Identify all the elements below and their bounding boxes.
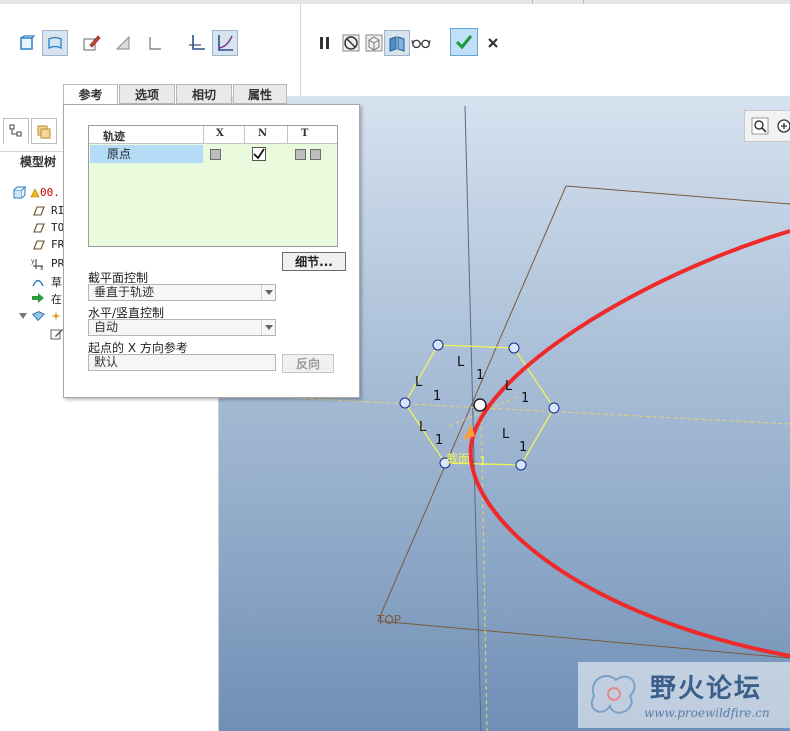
t-checkbox[interactable]	[295, 149, 306, 160]
checkmark-icon	[253, 148, 265, 160]
new-feature-star-icon	[49, 309, 63, 323]
dim-label: 1	[435, 433, 443, 448]
table-header: 轨迹 X N T	[89, 126, 337, 144]
surface-icon[interactable]	[42, 30, 68, 56]
dim-label: L	[505, 379, 513, 394]
hv-control-value: 自动	[94, 320, 119, 334]
col-header-x: X	[216, 128, 224, 139]
flip-button[interactable]: 反向	[282, 354, 334, 373]
model-tree-tab-icon[interactable]	[3, 118, 29, 144]
section-plane-value: 垂直于轨迹	[94, 285, 155, 299]
section-origin	[473, 398, 487, 412]
zoom-icon[interactable]	[749, 115, 771, 137]
ok-checkmark-icon[interactable]	[450, 28, 478, 56]
variable-section-icon[interactable]	[212, 30, 238, 56]
ribbon-separator	[300, 4, 301, 96]
sweep-feature-icon	[31, 309, 45, 323]
t-checkbox-secondary[interactable]	[310, 149, 321, 160]
remove-material-icon[interactable]	[110, 30, 136, 56]
tab-options[interactable]: 选项	[119, 84, 175, 104]
forum-logo-icon	[591, 675, 636, 714]
tree-item-label: 在	[51, 293, 62, 306]
dim-label: 1	[433, 389, 441, 404]
folder-browser-tab-icon[interactable]	[31, 118, 57, 144]
x-checkbox[interactable]	[210, 149, 221, 160]
ribbon-toolbar	[0, 0, 790, 96]
details-button[interactable]: 细节...	[282, 252, 346, 271]
datum-plane-icon	[31, 221, 45, 235]
trajectory-name-cell[interactable]: 原点	[90, 145, 203, 163]
tab-references[interactable]: 参考	[63, 84, 118, 105]
col-header-n: N	[258, 128, 268, 139]
dim-label: L	[415, 375, 423, 390]
glasses-preview-icon[interactable]	[408, 30, 434, 56]
dim-label: 1	[519, 440, 527, 455]
references-panel: 参考 选项 相切 属性 轨迹 X N T 原点 细节... 截平面控制 垂直于轨…	[63, 84, 360, 398]
sketch-icon	[31, 274, 45, 288]
dim-label: L	[419, 420, 427, 435]
tab-properties[interactable]: 属性	[233, 84, 287, 104]
sketch-pencil-icon[interactable]	[78, 30, 104, 56]
start-section-label: 截面	[446, 452, 470, 466]
csys-icon: yx	[31, 257, 45, 271]
ribbon-top-strip	[0, 0, 790, 4]
watermark-url: www.proewildfire.cn	[644, 706, 770, 720]
start-section-number: 1	[479, 454, 487, 468]
hv-control-select[interactable]: 自动	[88, 319, 276, 336]
top-plane-edge	[377, 185, 790, 659]
model-tree-title: 模型树	[20, 155, 57, 169]
sketch-pencil-icon	[50, 327, 64, 341]
trajectory-table: 轨迹 X N T 原点	[88, 125, 338, 247]
datum-plane-icon	[31, 238, 45, 252]
dim-label: 1	[521, 391, 529, 406]
solid-icon[interactable]	[14, 30, 40, 56]
part-icon	[12, 186, 26, 200]
constant-section-icon[interactable]	[184, 30, 210, 56]
dim-label: L	[502, 427, 510, 442]
col-header-trajectory: 轨迹	[103, 130, 125, 143]
cancel-x-icon[interactable]	[480, 30, 506, 56]
section-plane-control-select[interactable]: 垂直于轨迹	[88, 284, 276, 301]
tree-item-label: 00.	[40, 186, 60, 199]
chevron-down-icon	[261, 285, 275, 300]
view-toolbar	[744, 110, 790, 142]
watermark-title: 野火论坛	[650, 674, 763, 704]
svg-text:x: x	[40, 265, 44, 271]
x-direction-ref-field[interactable]: 默认	[88, 354, 276, 371]
chevron-down-icon	[261, 320, 275, 335]
thicken-icon[interactable]	[142, 30, 168, 56]
datum-plane-icon	[31, 204, 45, 218]
pause-icon[interactable]	[312, 30, 338, 56]
forum-watermark: 野火论坛 www.proewildfire.cn	[578, 662, 790, 728]
dim-label: 1	[476, 368, 484, 383]
svg-text:y: y	[31, 258, 35, 265]
references-panel-body: 轨迹 X N T 原点 细节... 截平面控制 垂直于轨迹 水平/竖直控制 自动…	[63, 104, 360, 398]
preview-geometry-icon[interactable]	[384, 30, 410, 56]
n-checkbox[interactable]	[252, 147, 266, 161]
tab-tangency[interactable]: 相切	[176, 84, 232, 104]
expand-triangle-icon[interactable]	[16, 309, 30, 323]
dim-label: L	[457, 355, 465, 370]
top-plane-label: TOP	[376, 613, 401, 627]
table-row[interactable]: 原点	[89, 145, 337, 163]
insert-here-arrow-icon	[31, 291, 45, 305]
col-header-t: T	[301, 128, 309, 139]
tree-item-label: 草	[51, 276, 62, 289]
zoom-in-icon[interactable]	[773, 115, 790, 137]
